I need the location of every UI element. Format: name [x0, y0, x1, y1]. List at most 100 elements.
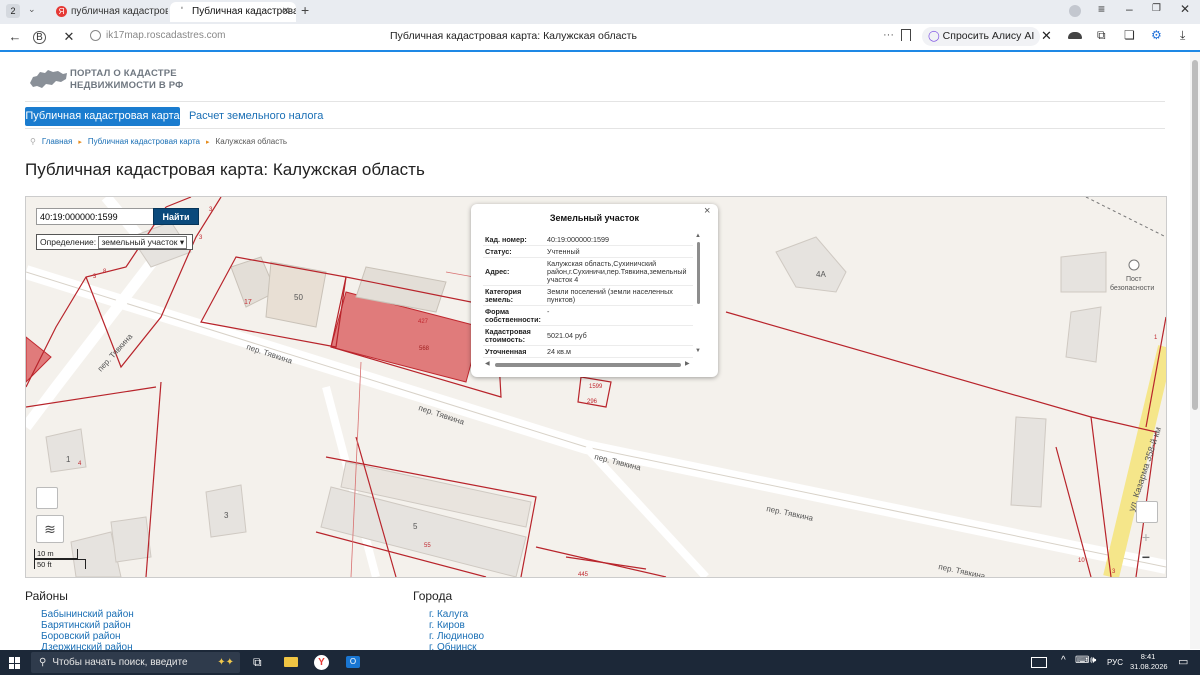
layers-button[interactable]: ≋	[36, 515, 64, 543]
menu-icon[interactable]: ≡	[1098, 2, 1105, 16]
table-row: Форма собственности: -	[483, 305, 693, 326]
outlook-icon[interactable]: O	[346, 656, 360, 668]
table-row: Статус: Учтенный	[483, 245, 693, 258]
poi-label-line1: Пост	[1126, 276, 1142, 283]
district-link[interactable]: Бабынинский район	[41, 609, 134, 620]
extension-x-icon[interactable]: ✕	[1041, 28, 1052, 44]
cities-heading: Города	[413, 589, 453, 603]
popup-title: Земельный участок	[549, 213, 640, 223]
district-link[interactable]: Боровский район	[41, 631, 134, 642]
nav-cadastral-map[interactable]: Публичная кадастровая карта	[25, 107, 180, 126]
keyboard-icon[interactable]	[1031, 657, 1047, 668]
table-row: Кадастровая стоимость: 5021.04 руб	[483, 325, 693, 346]
loading-icon: ʹ	[181, 6, 183, 17]
divider	[25, 128, 1165, 129]
network-icon[interactable]: ⌨	[1075, 655, 1089, 666]
yandex-icon: Я	[56, 6, 67, 17]
language-indicator[interactable]: РУС	[1107, 658, 1123, 667]
attr-value: -	[545, 305, 693, 326]
close-window-icon[interactable]: ✕	[1180, 2, 1190, 16]
page-scrollbar[interactable]	[1190, 52, 1200, 649]
nav-land-tax[interactable]: Расчет земельного налога	[189, 107, 323, 126]
tab-cadastre-active[interactable]: ʹ Публичная кадастрова ✕	[170, 2, 296, 22]
cadastral-search-input[interactable]	[36, 208, 159, 225]
scroll-down-arrow-icon[interactable]: ▼	[695, 348, 701, 354]
tabs-menu-chevron-icon[interactable]: ⌄	[28, 4, 36, 15]
taskbar-search-box[interactable]: ⚲ Чтобы начать поиск, введите ✦✦	[31, 652, 240, 673]
scrollbar-thumb[interactable]	[1192, 60, 1198, 410]
city-link[interactable]: г. Киров	[429, 620, 484, 631]
clock[interactable]: 8:41 31.08.2026	[1130, 652, 1168, 672]
task-view-icon[interactable]: ⧉	[253, 655, 262, 670]
site-security-icon[interactable]	[90, 30, 101, 41]
definition-value: земельный участок	[101, 237, 178, 247]
back-arrow-icon[interactable]: ←	[6, 28, 24, 46]
minimize-icon[interactable]: –	[1126, 2, 1133, 16]
alice-label: Спросить Алису AI	[942, 30, 1035, 42]
notifications-icon[interactable]: ▭	[1178, 655, 1188, 668]
fullscreen-button[interactable]	[36, 487, 58, 509]
scale-feet: 50 ft	[34, 559, 86, 569]
scroll-right-arrow-icon[interactable]: ▶	[685, 360, 690, 367]
extension-hat-icon[interactable]	[1068, 32, 1082, 39]
find-button[interactable]: Найти	[153, 208, 199, 225]
puzzle-icon[interactable]: ⧉	[1097, 28, 1106, 43]
browser-tab-bar: 2 ⌄ Япубличная кадастровая к ʹ Публичная …	[0, 0, 1200, 24]
zoom-in-button[interactable]: +	[1136, 527, 1156, 547]
collections-icon[interactable]: ❏	[1124, 28, 1135, 42]
city-link[interactable]: г. Людиново	[429, 631, 484, 642]
popup-vertical-scrollbar[interactable]	[697, 242, 700, 304]
url-page-title[interactable]: Публичная кадастровая карта: Калужская о…	[390, 30, 637, 42]
tab-close-icon[interactable]: ✕	[282, 2, 290, 22]
district-link[interactable]: Барятинский район	[41, 620, 134, 631]
poi-label-line2: безопасности	[1110, 284, 1154, 292]
breadcrumb-map[interactable]: Публичная кадастровая карта	[88, 137, 200, 146]
profile-icon[interactable]	[1069, 5, 1081, 17]
file-explorer-icon[interactable]	[284, 657, 298, 667]
cadastral-map[interactable]: 17 50 427 568 4А 5 55 3 3 8 3 1 4 3 1599…	[25, 196, 1167, 578]
city-link[interactable]: г. Калуга	[429, 609, 484, 620]
definition-select[interactable]: земельный участок ▾	[98, 236, 188, 249]
yandex-browser-icon[interactable]: Y	[314, 655, 329, 670]
parcel-attributes-table: Кад. номер: 40:19:000000:1599 Статус: Учте…	[483, 234, 693, 358]
windows-start-icon[interactable]	[9, 657, 21, 669]
popup-horizontal-scrollbar[interactable]	[495, 363, 681, 367]
scroll-up-arrow-icon[interactable]: ▲	[695, 233, 701, 239]
stop-loading-icon[interactable]: ✕	[60, 28, 78, 46]
layers-icon: ≋	[44, 521, 56, 537]
tray-chevron-icon[interactable]: ^	[1061, 655, 1066, 666]
more-dots-icon[interactable]: ···	[883, 29, 894, 41]
definition-selector: Определение: земельный участок ▾	[36, 234, 193, 250]
tab-counter[interactable]: 2	[6, 4, 20, 18]
districts-list: Бабынинский район Барятинский район Боро…	[41, 609, 134, 653]
attr-value: 24 кв.м	[545, 345, 693, 358]
new-tab-icon[interactable]: +	[301, 2, 309, 18]
attr-value: 5021.04 руб	[545, 325, 693, 346]
search-placeholder: Чтобы начать поиск, введите	[52, 657, 188, 668]
breadcrumb-home[interactable]: Главная	[42, 137, 72, 146]
url-host[interactable]: ik17map.roscadastres.com	[106, 30, 226, 41]
vpn-icon[interactable]: ⚙	[1151, 28, 1162, 42]
parcel-number-1599: 1599	[589, 384, 603, 390]
parcel-number-296: 296	[587, 399, 598, 405]
yandex-b-icon[interactable]: B	[33, 31, 46, 44]
ask-alice-button[interactable]: ◯ Спросить Алису AI	[922, 27, 1041, 46]
scroll-left-arrow-icon[interactable]: ◀	[485, 360, 490, 367]
close-icon[interactable]: ×	[704, 205, 710, 217]
download-icon[interactable]: ⤓	[1180, 28, 1185, 43]
site-logo-text[interactable]: ПОРТАЛ О КАДАСТРЕ НЕДВИЖИМОСТИ В РФ	[70, 68, 184, 92]
table-row: Адрес: Калужская область,Сухиничский райо…	[483, 257, 693, 286]
bookmark-icon[interactable]	[901, 29, 911, 41]
attr-value: 40:19:000000:1599	[545, 234, 693, 246]
maximize-icon[interactable]: ❐	[1152, 3, 1161, 14]
definition-label: Определение:	[40, 237, 97, 247]
russia-map-logo-icon	[30, 70, 67, 88]
zoom-out-button[interactable]: −	[1136, 547, 1156, 567]
security-post-icon[interactable]	[1128, 259, 1140, 271]
building-number-1: 1	[66, 455, 71, 464]
table-row: Уточненная 24 кв.м	[483, 345, 693, 358]
map-tool-button[interactable]	[1136, 501, 1158, 523]
tab-cadastre-yandex[interactable]: Япубличная кадастровая к	[50, 2, 168, 22]
volume-icon[interactable]: 🕪	[1090, 655, 1096, 666]
attr-value: Учтенный	[545, 245, 693, 258]
